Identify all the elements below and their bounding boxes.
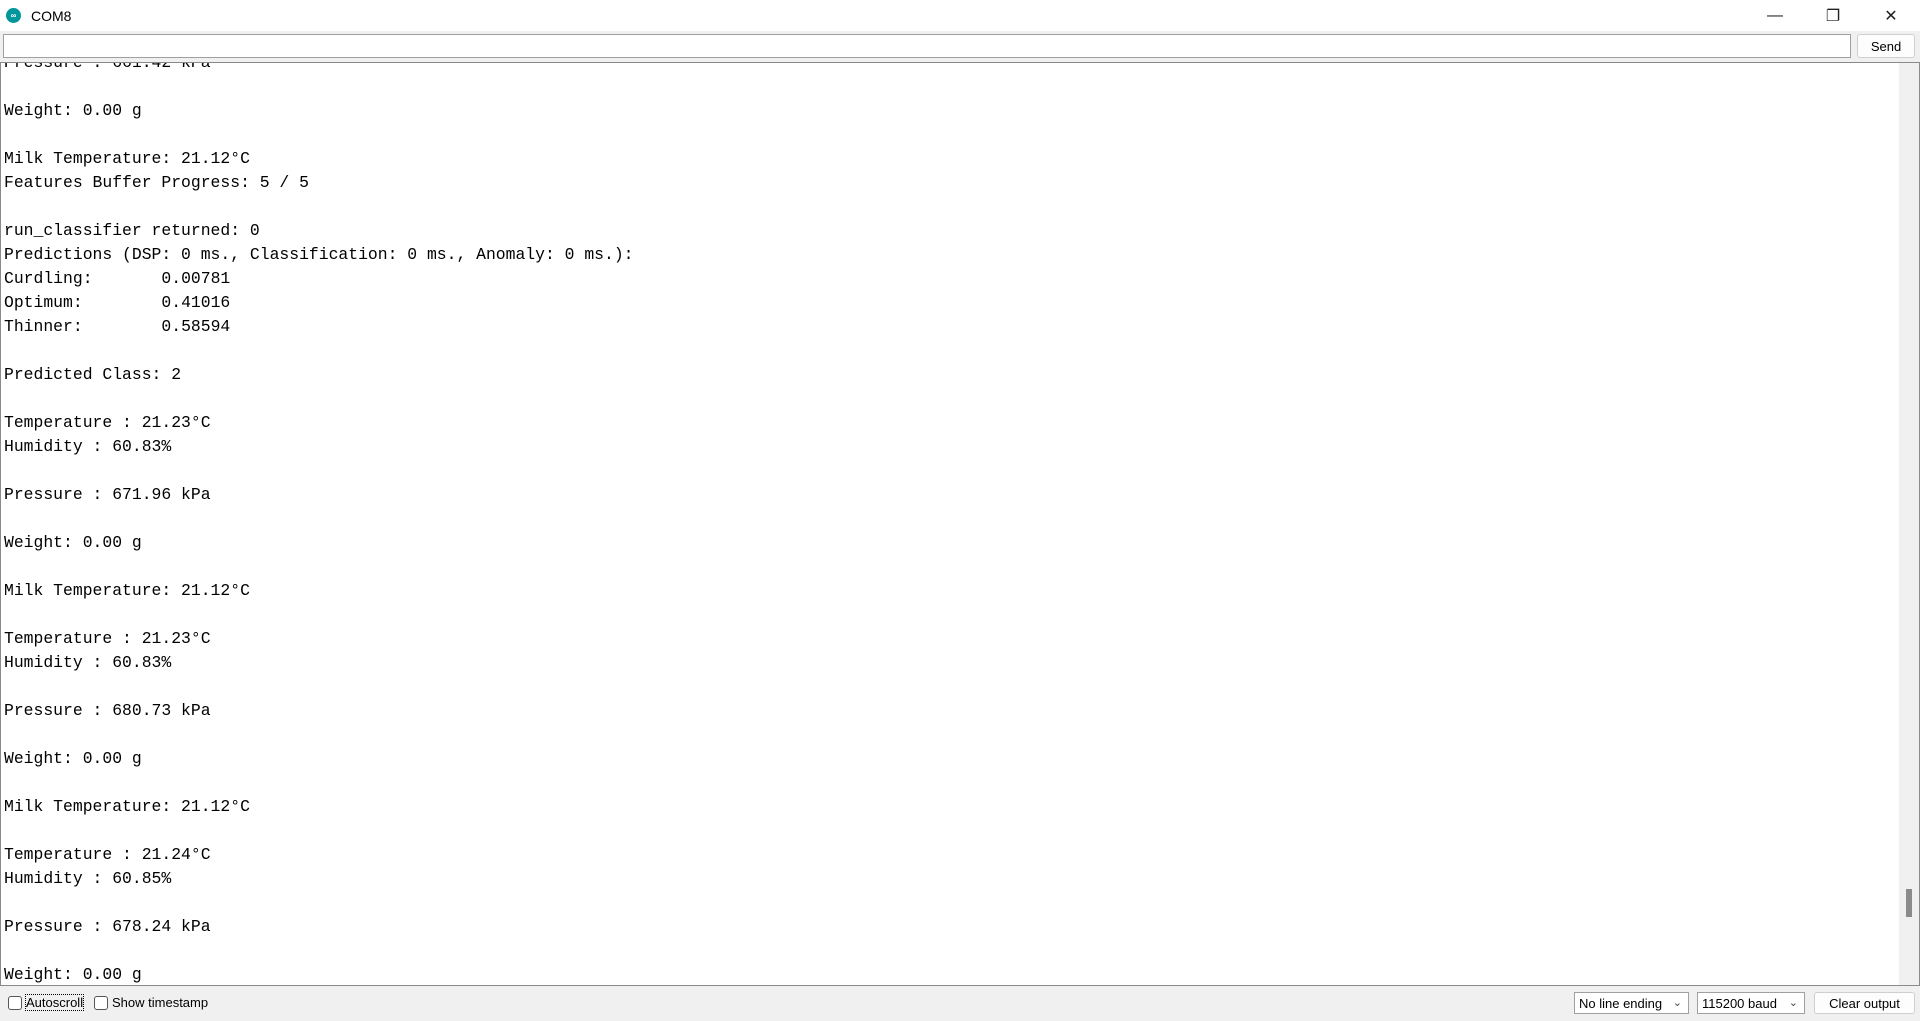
line-ending-value: No line ending — [1579, 995, 1663, 1011]
output-line: Curdling: 0.00781 — [4, 269, 231, 288]
output-line: Humidity : 60.85% — [4, 869, 172, 888]
line-ending-select[interactable]: No line ending ⌄ — [1574, 992, 1689, 1014]
output-line: run_classifier returned: 0 — [4, 221, 260, 240]
output-line: Thinner: 0.58594 — [4, 317, 231, 336]
close-icon[interactable]: ✕ — [1862, 0, 1920, 31]
output-line: Predicted Class: 2 — [4, 365, 182, 384]
send-button[interactable]: Send — [1857, 34, 1915, 58]
output-line: Weight: 0.00 g — [4, 965, 142, 984]
bottom-bar: Autoscroll Show timestamp No line ending… — [0, 986, 1920, 1021]
chevron-down-icon: ⌄ — [1788, 997, 1798, 1009]
autoscroll-label: Autoscroll — [24, 994, 85, 1011]
output-line: Milk Temperature: 21.12°C — [4, 581, 250, 600]
output-line: Temperature : 21.24°C — [4, 845, 211, 864]
output-line: Milk Temperature: 21.12°C — [4, 149, 250, 168]
send-row: Send — [0, 31, 1920, 62]
output-line: Optimum: 0.41016 — [4, 293, 231, 312]
output-line: Predictions (DSP: 0 ms., Classification:… — [4, 245, 634, 264]
clear-output-button[interactable]: Clear output — [1814, 992, 1915, 1014]
serial-send-input[interactable] — [3, 34, 1851, 58]
output-line: Humidity : 60.83% — [4, 437, 172, 456]
window-title: COM8 — [31, 7, 72, 24]
title-bar: ∞ COM8 — ❐ ✕ — [0, 0, 1920, 31]
show-timestamp-label: Show timestamp — [112, 995, 209, 1010]
minimize-icon[interactable]: — — [1746, 0, 1804, 31]
output-line: Pressure : 680.73 kPa — [4, 701, 211, 720]
output-line: Features Buffer Progress: 5 / 5 — [4, 173, 309, 192]
output-lines: Pressure : 661.42 kPa Weight: 0.00 g Milk … — [4, 62, 634, 985]
output-line: Pressure : 678.24 kPa — [4, 917, 211, 936]
arduino-logo-icon: ∞ — [6, 8, 21, 23]
chevron-down-icon: ⌄ — [1672, 997, 1682, 1009]
output-line: Milk Temperature: 21.12°C — [4, 797, 250, 816]
output-line: Pressure : 661.42 kPa — [4, 62, 211, 72]
output-line: Weight: 0.00 g — [4, 533, 142, 552]
serial-output[interactable]: Pressure : 661.42 kPa Weight: 0.00 g Milk … — [0, 62, 1920, 986]
output-line: Temperature : 21.23°C — [4, 413, 211, 432]
output-line: Weight: 0.00 g — [4, 101, 142, 120]
baud-rate-value: 115200 baud — [1702, 995, 1777, 1011]
output-line: Humidity : 60.83% — [4, 653, 172, 672]
scrollbar-thumb[interactable] — [1906, 889, 1912, 917]
output-line: Temperature : 21.23°C — [4, 629, 211, 648]
show-timestamp-checkbox[interactable]: Show timestamp — [94, 995, 208, 1010]
output-line: Weight: 0.00 g — [4, 749, 142, 768]
restore-icon[interactable]: ❐ — [1804, 0, 1862, 31]
checkbox-box[interactable] — [8, 995, 22, 1010]
baud-rate-select[interactable]: 115200 baud ⌄ — [1697, 992, 1805, 1014]
vertical-scrollbar[interactable] — [1899, 63, 1919, 985]
autoscroll-checkbox[interactable]: Autoscroll — [8, 994, 85, 1011]
output-line: Pressure : 671.96 kPa — [4, 485, 211, 504]
checkbox-box[interactable] — [94, 995, 108, 1010]
